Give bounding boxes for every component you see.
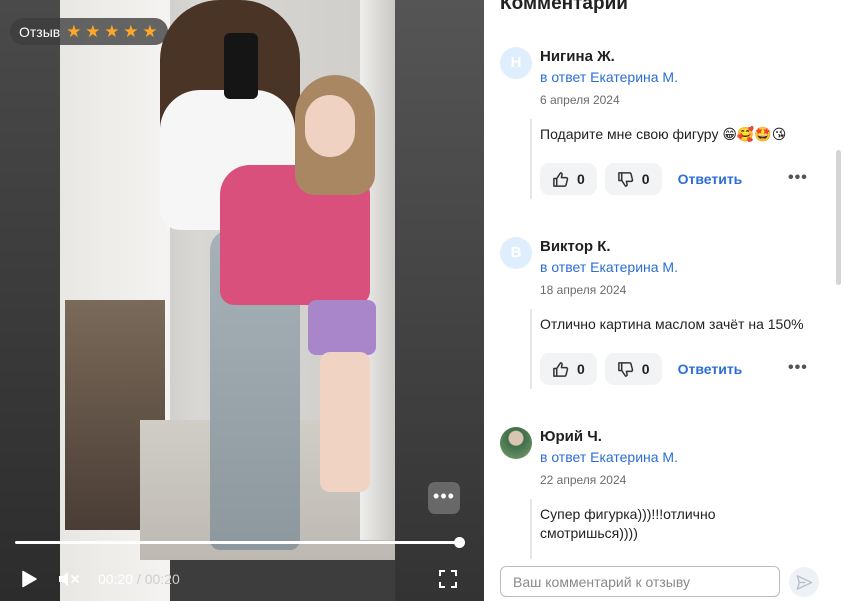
like-button[interactable]: 0 (540, 353, 597, 385)
progress-knob[interactable] (454, 537, 465, 548)
time-separator: / (133, 571, 145, 587)
star-icon: ★ (104, 22, 120, 41)
time-display: 00:20 / 00:20 (98, 571, 180, 587)
thread-line (530, 499, 532, 559)
video-player[interactable]: Отзыв ★ ★ ★ ★ ★ ••• 00:20 / 00:20 (0, 0, 484, 601)
comment-text: Подарите мне свою фигуру 😁🥰🤩😘 (540, 126, 787, 142)
thumbs-down-icon (617, 171, 634, 187)
review-rating-badge: Отзыв ★ ★ ★ ★ ★ (10, 18, 169, 45)
comment-author[interactable]: Юрий Ч. (540, 428, 602, 445)
star-icon: ★ (123, 22, 139, 41)
reply-button[interactable]: Ответить (678, 171, 743, 187)
star-icon: ★ (142, 22, 158, 41)
dislike-button[interactable]: 0 (604, 353, 662, 385)
mute-icon[interactable] (58, 570, 80, 588)
comments-scrollbar[interactable] (836, 150, 841, 285)
comment-date: 22 апреля 2024 (540, 473, 627, 487)
reply-to-link[interactable]: в ответ Екатерина М. (540, 69, 678, 85)
video-frame (0, 0, 484, 601)
thumbs-up-icon (553, 171, 569, 187)
comment-author[interactable]: Виктор К. (540, 238, 611, 255)
comment-actions: 0 0 Ответить (540, 353, 742, 385)
comment-text: Супер фигурка)))!!!отлично смотришься)))… (540, 506, 716, 541)
comment-text: Отлично картина маслом зачёт на 150% (540, 316, 804, 332)
review-viewer: Отзыв ★ ★ ★ ★ ★ ••• 00:20 / 00:20 Коммен… (0, 0, 844, 601)
comments-panel: Комментарии Н Нигина Ж. в ответ Екатерин… (484, 0, 844, 601)
star-icon: ★ (66, 22, 82, 41)
like-count: 0 (577, 171, 585, 187)
comment-input[interactable] (501, 567, 779, 596)
fullscreen-icon[interactable] (439, 570, 457, 588)
play-icon[interactable] (20, 570, 38, 588)
panel-title: Комментарии (500, 0, 628, 14)
comment-author[interactable]: Нигина Ж. (540, 48, 615, 65)
thumbs-down-icon (617, 361, 634, 377)
send-button[interactable] (789, 567, 819, 597)
reply-to-link[interactable]: в ответ Екатерина М. (540, 449, 678, 465)
star-icon: ★ (85, 22, 101, 41)
badge-label: Отзыв (19, 23, 61, 40)
comment-actions: 0 0 Ответить (540, 163, 742, 195)
thumbs-up-icon (553, 361, 569, 377)
dislike-count: 0 (641, 361, 650, 377)
comment-item: Н Нигина Ж. в ответ Екатерина М. 6 апрел… (500, 47, 816, 207)
video-controls: 00:20 / 00:20 (0, 560, 484, 598)
reply-to-link[interactable]: в ответ Екатерина М. (540, 259, 678, 275)
duration: 00:20 (144, 571, 180, 587)
thread-line (530, 119, 532, 199)
avatar[interactable] (500, 427, 532, 459)
comment-more-button[interactable]: ••• (788, 359, 808, 377)
reply-button[interactable]: Ответить (678, 361, 743, 377)
comment-item: В Виктор К. в ответ Екатерина М. 18 апре… (500, 237, 816, 397)
comment-date: 18 апреля 2024 (540, 283, 627, 297)
dislike-button[interactable]: 0 (604, 163, 662, 195)
send-icon (796, 574, 812, 590)
thread-line (530, 309, 532, 389)
avatar[interactable]: Н (500, 47, 532, 79)
video-progress-bar[interactable] (15, 537, 465, 548)
rating-stars: ★ ★ ★ ★ ★ (66, 23, 159, 40)
comment-item: Юрий Ч. в ответ Екатерина М. 22 апреля 2… (500, 427, 816, 559)
comment-composer[interactable] (500, 566, 780, 597)
dislike-count: 0 (641, 171, 650, 187)
avatar[interactable]: В (500, 237, 532, 269)
comment-more-button[interactable]: ••• (788, 169, 808, 187)
comment-date: 6 апреля 2024 (540, 93, 620, 107)
like-count: 0 (577, 361, 585, 377)
current-time: 00:20 (98, 571, 134, 587)
video-more-button[interactable]: ••• (428, 482, 460, 514)
like-button[interactable]: 0 (540, 163, 597, 195)
